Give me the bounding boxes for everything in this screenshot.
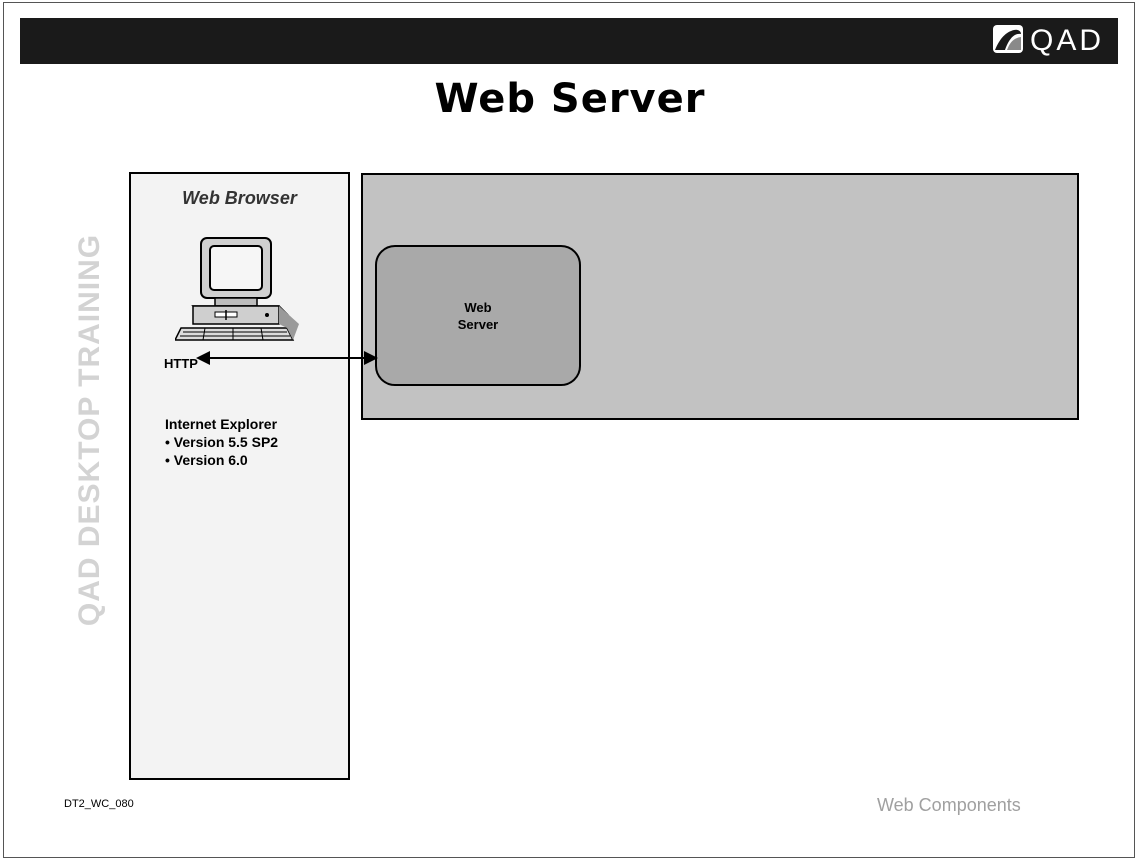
qad-logo: QAD xyxy=(992,24,1104,58)
web-server-box: Web Server xyxy=(375,245,581,386)
web-server-label-line2: Server xyxy=(457,317,499,332)
software-name: Internet Explorer xyxy=(165,416,278,432)
qad-swoosh-icon xyxy=(992,24,1024,59)
slide-id: DT2_WC_080 xyxy=(64,798,134,810)
page-title: Web Server xyxy=(434,76,706,122)
footer-section-label: Web Components xyxy=(877,795,1021,815)
web-server-label-line1: Web xyxy=(464,300,492,315)
web-browser-panel: Web Browser HTTP Internet Explorer • Ver… xyxy=(129,172,350,780)
http-label: HTTP xyxy=(164,356,198,371)
watermark: QAD DESKTOP TRAINING xyxy=(73,233,106,627)
http-connection-arrow xyxy=(196,351,378,365)
web-server-label: Web Server xyxy=(377,299,579,333)
logo-text: QAD xyxy=(1029,24,1104,57)
desktop-computer-icon xyxy=(173,234,299,349)
web-browser-title: Web Browser xyxy=(182,188,297,208)
header-bar: QAD xyxy=(20,18,1118,64)
version-item: • Version 5.5 SP2 xyxy=(165,434,279,450)
browser-software: Internet Explorer • Version 5.5 SP2 • Ve… xyxy=(165,415,278,469)
version-item: • Version 6.0 xyxy=(165,452,248,468)
version-list: • Version 5.5 SP2 • Version 6.0 xyxy=(165,433,278,469)
